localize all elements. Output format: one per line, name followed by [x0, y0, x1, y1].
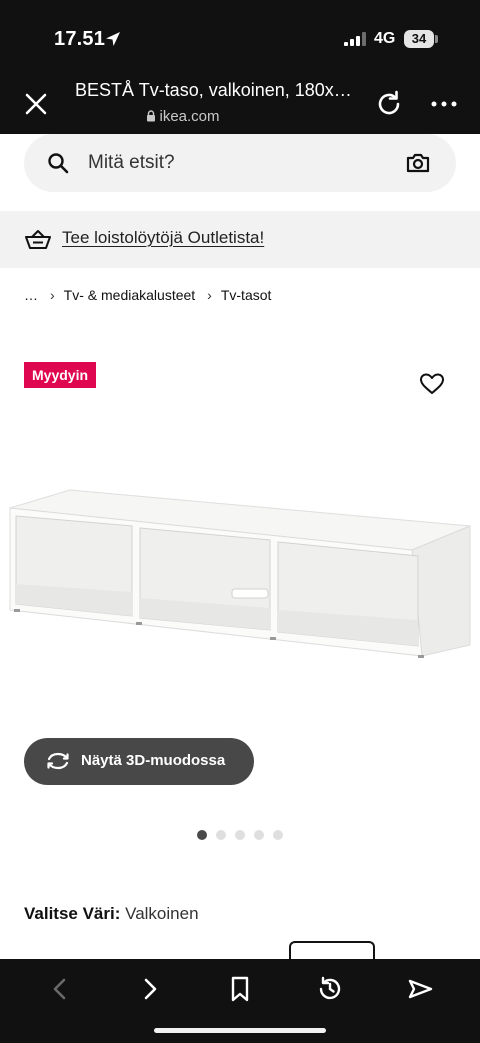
more-options-button[interactable] — [430, 94, 458, 114]
domain-text: ikea.com — [159, 108, 220, 125]
close-button[interactable] — [22, 90, 50, 118]
outlet-link[interactable]: Tee loistolöytöjä Outletista! — [62, 228, 264, 248]
carousel-dot[interactable] — [254, 830, 264, 840]
outlet-banner[interactable]: Tee loistolöytöjä Outletista! — [0, 211, 480, 268]
view-3d-label: Näytä 3D-muodossa — [81, 752, 226, 769]
bookmark-button[interactable] — [225, 974, 255, 1004]
reload-button[interactable] — [373, 88, 405, 120]
home-indicator — [154, 1028, 326, 1033]
search-icon[interactable] — [46, 151, 70, 175]
color-selector: Valitse Väri: Valkoinen — [24, 904, 199, 924]
carousel-dots — [197, 830, 283, 840]
forward-button[interactable] — [135, 974, 165, 1004]
breadcrumb-item[interactable]: … — [24, 287, 38, 303]
view-3d-button[interactable]: Näytä 3D-muodossa — [24, 738, 254, 785]
location-arrow-icon — [106, 32, 120, 46]
shopping-basket-icon — [25, 230, 51, 249]
heart-icon[interactable] — [419, 372, 445, 396]
battery-tip — [435, 35, 438, 43]
page-title: BESTÅ Tv-taso, valkoinen, 180x… — [75, 80, 352, 100]
status-time: 17.51 — [54, 28, 106, 50]
product-image[interactable] — [0, 470, 480, 670]
breadcrumb-item[interactable]: Tv- & mediakalusteet — [64, 287, 196, 303]
carousel-dot[interactable] — [216, 830, 226, 840]
battery-icon: 34 — [404, 30, 434, 48]
lock-icon — [147, 110, 156, 122]
back-button[interactable] — [45, 974, 75, 1004]
top-bar: 17.51 4G 34 BESTÅ Tv-taso, valkoinen, 18… — [0, 0, 480, 134]
chevron-right-icon: › — [50, 287, 55, 303]
search-bar[interactable]: Mitä etsit? — [24, 134, 456, 192]
carousel-dot[interactable] — [273, 830, 283, 840]
chevron-right-icon: › — [207, 287, 212, 303]
signal-icon — [344, 32, 366, 46]
network-type: 4G — [374, 30, 396, 47]
rotate-3d-icon — [47, 752, 69, 770]
search-input[interactable]: Mitä etsit? — [88, 152, 175, 174]
breadcrumb: … › Tv- & mediakalusteet › Tv-tasot — [24, 287, 271, 303]
share-button[interactable] — [405, 974, 435, 1004]
color-label: Valitse Väri: — [24, 904, 121, 923]
carousel-dot[interactable] — [235, 830, 245, 840]
bestseller-badge: Myydyin — [24, 362, 97, 388]
color-value: Valkoinen — [125, 904, 199, 923]
breadcrumb-item[interactable]: Tv-tasot — [221, 287, 272, 303]
history-button[interactable] — [315, 974, 345, 1004]
camera-icon[interactable] — [405, 151, 431, 175]
carousel-dot[interactable] — [197, 830, 207, 840]
page-domain: ikea.com — [75, 108, 291, 125]
